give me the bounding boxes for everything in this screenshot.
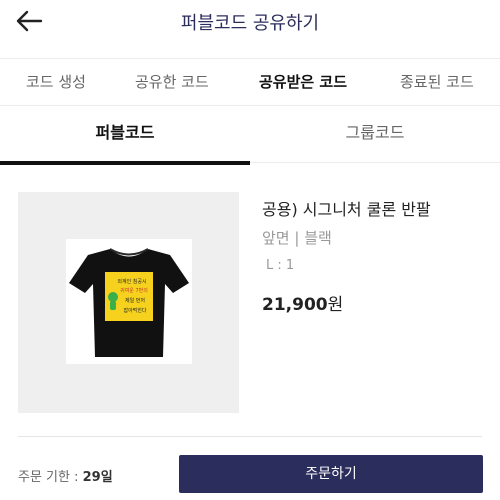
deadline-label: 주문 기한 : <box>18 470 83 485</box>
tab-publ-code[interactable]: 퍼블코드 <box>0 107 250 165</box>
print-line: 외계인 침공시 <box>117 278 146 285</box>
tab-received-code[interactable]: 공유받은 코드 <box>259 71 347 92</box>
deadline-value: 29일 <box>82 470 113 485</box>
price-number: 21,900 <box>262 295 328 315</box>
product-image[interactable]: 외계인 침공시 귀여운 7번의 제일 먼저 잡아먹힌다 <box>18 192 239 413</box>
price-unit: 원 <box>327 295 344 315</box>
product-price: 21,900원 <box>262 290 343 315</box>
tab-create-code[interactable]: 코드 생성 <box>26 71 86 92</box>
product-size-qty: L : 1 <box>266 258 295 273</box>
tshirt-image: 외계인 침공시 귀여운 7번의 제일 먼저 잡아먹힌다 <box>66 239 192 364</box>
print-line: 귀여운 7번의 <box>120 287 148 294</box>
print-line: 잡아먹힌다 <box>123 307 146 314</box>
product-name[interactable]: 공용) 시그니처 쿨론 반팔 <box>262 196 431 220</box>
top-tab-bar: 코드 생성 공유한 코드 공유받은 코드 종료된 코드 <box>0 58 500 106</box>
alien-icon <box>108 292 118 302</box>
order-button[interactable]: 주문하기 <box>179 455 483 493</box>
header: 퍼블코드 공유하기 <box>0 0 500 44</box>
sub-tab-bar: 퍼블코드 그룹코드 <box>0 107 500 165</box>
tab-group-code[interactable]: 그룹코드 <box>250 107 500 163</box>
product-option: 앞면 | 블랙 <box>262 229 332 247</box>
divider <box>18 436 482 437</box>
tab-ended-code[interactable]: 종료된 코드 <box>400 71 474 92</box>
print-line: 제일 먼저 <box>125 297 145 304</box>
order-deadline: 주문 기한 : 29일 <box>18 466 113 485</box>
page-title: 퍼블코드 공유하기 <box>180 13 320 34</box>
tab-shared-code[interactable]: 공유한 코드 <box>135 71 209 92</box>
